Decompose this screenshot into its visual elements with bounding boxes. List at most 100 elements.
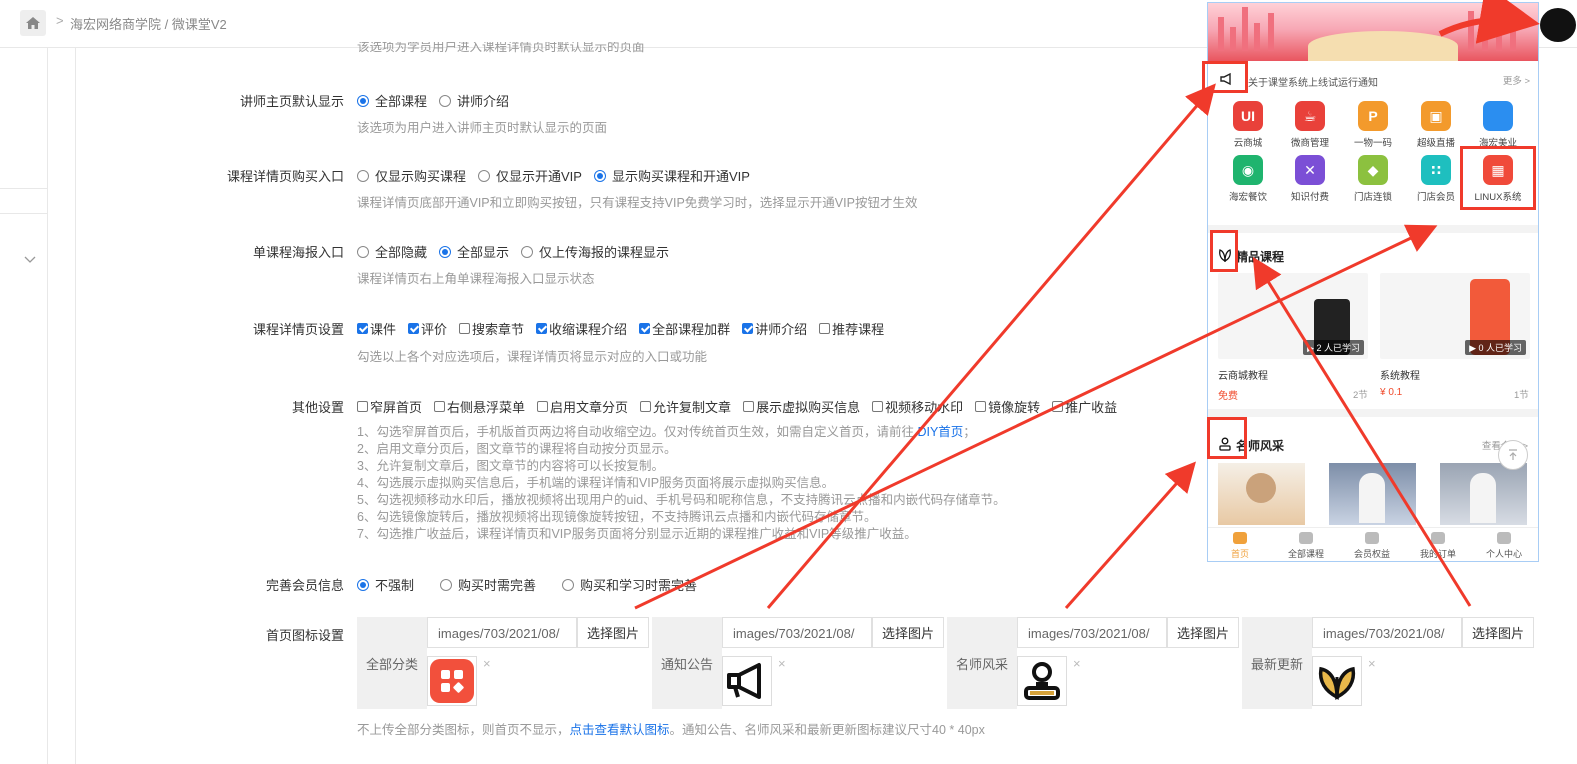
- checkbox[interactable]: [975, 401, 987, 412]
- notice-bar[interactable]: 关于课堂系统上线试运行通知 更多 >: [1208, 63, 1538, 95]
- image-thumbnail[interactable]: [1312, 656, 1362, 706]
- order-icon: [1431, 532, 1445, 544]
- select-image-button[interactable]: 选择图片: [1167, 617, 1239, 648]
- radio-show-all[interactable]: 全部显示: [439, 242, 509, 261]
- app-item[interactable]: 海宏美业: [1468, 101, 1528, 149]
- app-item[interactable]: ✕ 知识付费: [1280, 155, 1340, 203]
- app-item[interactable]: ▣ 超级直播: [1406, 101, 1466, 149]
- tab-profile[interactable]: 个人中心: [1474, 532, 1534, 560]
- tab-member-benefits[interactable]: 会员权益: [1342, 532, 1402, 560]
- radio[interactable]: [439, 94, 452, 107]
- checkbox[interactable]: [872, 401, 884, 412]
- checkbox-courseware[interactable]: 课件: [357, 319, 396, 338]
- radio-teacher-intro[interactable]: 讲师介绍: [439, 91, 509, 110]
- course-thumbnail[interactable]: ▶ 2 人已学习: [1218, 273, 1368, 359]
- image-path-input[interactable]: images/703/2021/08/: [722, 617, 872, 648]
- radio[interactable]: [478, 169, 491, 182]
- app-item[interactable]: ☕ 微商管理: [1280, 101, 1340, 149]
- radio-vip-only[interactable]: 仅显示开通VIP: [478, 166, 582, 185]
- course-name[interactable]: 云商城教程: [1218, 367, 1268, 382]
- radio[interactable]: [440, 578, 453, 591]
- checkbox[interactable]: [537, 401, 549, 412]
- tab-my-orders[interactable]: 我的订单: [1408, 532, 1468, 560]
- checkbox-article-paging[interactable]: 启用文章分页: [537, 397, 628, 416]
- checkbox-teacher-intro[interactable]: 讲师介绍: [742, 319, 807, 338]
- remove-image-icon[interactable]: ×: [483, 656, 491, 671]
- radio[interactable]: [562, 578, 575, 591]
- checkbox-checked[interactable]: [742, 323, 754, 334]
- checkbox[interactable]: [640, 401, 652, 412]
- checkbox-checked[interactable]: [536, 323, 548, 334]
- app-item[interactable]: ∷ 门店会员: [1406, 155, 1466, 203]
- home-icon[interactable]: [20, 10, 46, 36]
- view-default-icons-link[interactable]: 点击查看默认图标: [570, 723, 670, 737]
- radio-hide-all[interactable]: 全部隐藏: [357, 242, 427, 261]
- app-item[interactable]: ◉ 海宏餐饮: [1218, 155, 1278, 203]
- image-thumbnail[interactable]: [722, 656, 772, 706]
- avatar[interactable]: [1540, 8, 1576, 42]
- notice-more-link[interactable]: 更多 >: [1503, 73, 1530, 87]
- radio-selected[interactable]: [439, 245, 452, 258]
- image-path-input[interactable]: images/703/2021/08/: [1312, 617, 1462, 648]
- course-name[interactable]: 系统教程: [1380, 367, 1420, 382]
- image-thumbnail[interactable]: [1017, 656, 1067, 706]
- checkbox-join-group[interactable]: 全部课程加群: [639, 319, 730, 338]
- breadcrumb[interactable]: 海宏网络商学院 / 微课堂V2: [70, 14, 227, 33]
- radio-buy-and-vip[interactable]: 显示购买课程和开通VIP: [593, 166, 750, 185]
- radio-selected[interactable]: [357, 94, 369, 107]
- checkbox-mirror-rotate[interactable]: 镜像旋转: [975, 397, 1040, 416]
- checkbox-virtual-purchase[interactable]: 展示虚拟购买信息: [743, 397, 860, 416]
- course-thumbnail[interactable]: ▶ 0 人已学习: [1380, 273, 1530, 359]
- checkbox[interactable]: [1052, 401, 1064, 412]
- chevron-down-icon[interactable]: [24, 253, 36, 267]
- app-item[interactable]: P 一物一码: [1343, 101, 1403, 149]
- radio-all-courses[interactable]: 全部课程: [357, 91, 427, 110]
- checkbox-search-chapter[interactable]: 搜索章节: [459, 319, 524, 338]
- checkbox[interactable]: [743, 401, 755, 412]
- diy-home-link[interactable]: DIY首页: [917, 425, 963, 439]
- checkbox-narrow-home[interactable]: 窄屏首页: [357, 397, 422, 416]
- radio-on-purchase[interactable]: 购买时需完善: [440, 575, 536, 594]
- app-item[interactable]: ◆ 门店连锁: [1343, 155, 1403, 203]
- back-to-top-icon[interactable]: [1498, 440, 1528, 470]
- checkbox[interactable]: [819, 323, 831, 334]
- radio-buy-only[interactable]: 仅显示购买课程: [357, 166, 466, 185]
- image-path-input[interactable]: images/703/2021/08/: [427, 617, 577, 648]
- checkbox-checked[interactable]: [639, 323, 651, 334]
- remove-image-icon[interactable]: ×: [1368, 656, 1376, 671]
- select-image-button[interactable]: 选择图片: [872, 617, 944, 648]
- radio-on-purchase-study[interactable]: 购买和学习时需完善: [562, 575, 697, 594]
- user-icon: [1497, 532, 1511, 544]
- checkbox[interactable]: [357, 401, 368, 412]
- checkbox-checked[interactable]: [408, 323, 420, 334]
- teacher-photo[interactable]: [1440, 463, 1527, 525]
- radio-not-required[interactable]: 不强制: [357, 575, 414, 594]
- checkbox-video-watermark[interactable]: 视频移动水印: [872, 397, 963, 416]
- tab-home[interactable]: 首页: [1210, 532, 1270, 560]
- image-path-input[interactable]: images/703/2021/08/: [1017, 617, 1167, 648]
- checkbox-float-menu[interactable]: 右侧悬浮菜单: [434, 397, 525, 416]
- remove-image-icon[interactable]: ×: [778, 656, 786, 671]
- remove-image-icon[interactable]: ×: [1073, 656, 1081, 671]
- checkbox-allow-copy[interactable]: 允许复制文章: [640, 397, 731, 416]
- checkbox[interactable]: [459, 323, 471, 334]
- radio[interactable]: [357, 245, 369, 258]
- select-image-button[interactable]: 选择图片: [577, 617, 649, 648]
- checkbox[interactable]: [434, 401, 446, 412]
- image-thumbnail[interactable]: [427, 656, 477, 706]
- checkbox-recommended[interactable]: 推荐课程: [819, 319, 884, 338]
- radio-uploaded-only[interactable]: 仅上传海报的课程显示: [521, 242, 669, 261]
- checkbox-collapse-intro[interactable]: 收缩课程介绍: [536, 319, 627, 338]
- teacher-photo[interactable]: [1329, 463, 1416, 525]
- radio[interactable]: [357, 169, 369, 182]
- radio-selected[interactable]: [357, 578, 369, 591]
- radio[interactable]: [521, 245, 534, 258]
- app-item[interactable]: UI 云商城: [1218, 101, 1278, 149]
- teacher-photo[interactable]: [1218, 463, 1305, 525]
- select-image-button[interactable]: 选择图片: [1462, 617, 1534, 648]
- radio-selected[interactable]: [593, 169, 606, 182]
- checkbox-promo-income[interactable]: 推广收益: [1052, 397, 1117, 416]
- tab-all-courses[interactable]: 全部课程: [1276, 532, 1336, 560]
- checkbox-checked[interactable]: [357, 323, 368, 334]
- checkbox-reviews[interactable]: 评价: [408, 319, 447, 338]
